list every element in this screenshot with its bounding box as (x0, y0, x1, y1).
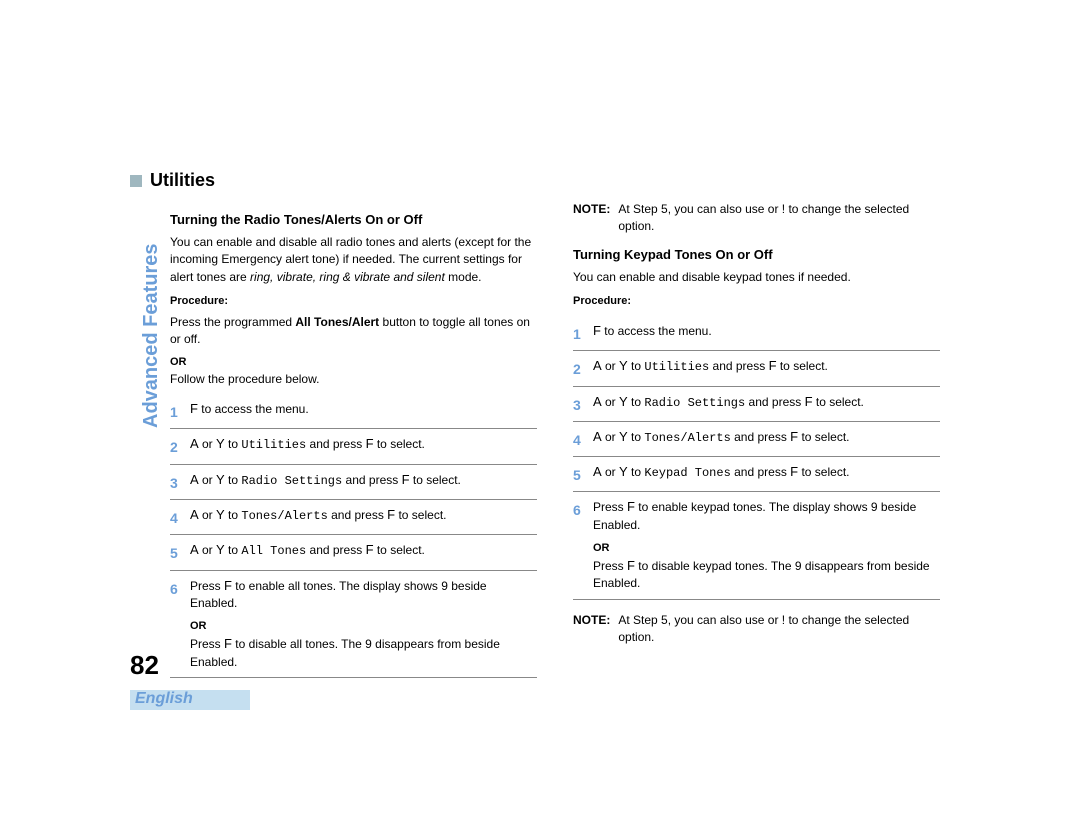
step-number: 1 (573, 322, 593, 344)
note-label: NOTE: (573, 201, 610, 236)
step-number: 3 (573, 393, 593, 415)
step-body: A or Y to Utilities and press F to selec… (593, 357, 940, 376)
step-body: A or Y to All Tones and press F to selec… (190, 541, 537, 560)
left-follow-paragraph: Follow the procedure below. (170, 371, 537, 388)
or-label: OR (190, 619, 537, 635)
step-number: 6 (573, 498, 593, 520)
square-bullet-icon (130, 175, 142, 187)
step-body: A or Y to Utilities and press F to selec… (190, 435, 537, 454)
step-body: F to access the menu. (190, 400, 537, 419)
right-column: NOTE: At Step 5, you can also use or ! t… (573, 201, 940, 678)
step-number: 4 (573, 428, 593, 450)
right-steps: 1 F to access the menu. 2 A or Y to Util… (573, 316, 940, 600)
step-body: A or Y to Tones/Alerts and press F to se… (190, 506, 537, 525)
heading-text: Utilities (150, 170, 215, 191)
step-row: 4 A or Y to Tones/Alerts and press F to … (170, 499, 537, 534)
step-row: 3 A or Y to Radio Settings and press F t… (170, 464, 537, 499)
step-row: 4 A or Y to Tones/Alerts and press F to … (573, 421, 940, 456)
note-label: NOTE: (573, 612, 610, 647)
step-row: 5 A or Y to All Tones and press F to sel… (170, 534, 537, 569)
or-label: OR (170, 355, 537, 371)
step-body: Press F to enable all tones. The display… (190, 577, 537, 671)
step-body: A or Y to Radio Settings and press F to … (190, 471, 537, 490)
step-number: 2 (170, 435, 190, 457)
step-number: 4 (170, 506, 190, 528)
step-row: 1 F to access the menu. (170, 394, 537, 428)
step-row: 1 F to access the menu. (573, 316, 940, 350)
step-number: 1 (170, 400, 190, 422)
step-row: 3 A or Y to Radio Settings and press F t… (573, 386, 940, 421)
step-body: F to access the menu. (593, 322, 940, 341)
left-intro-paragraph: You can enable and disable all radio ton… (170, 234, 537, 286)
procedure-label: Procedure: (170, 294, 537, 310)
right-intro-paragraph: You can enable and disable keypad tones … (573, 269, 940, 286)
or-label: OR (593, 541, 940, 557)
right-subheading: Turning Keypad Tones On or Off (573, 246, 940, 265)
page-body: Utilities Turning the Radio Tones/Alerts… (130, 170, 940, 690)
procedure-label: Procedure: (573, 294, 940, 310)
left-steps: 1 F to access the menu. 2 A or Y to Util… (170, 394, 537, 678)
step-body: A or Y to Radio Settings and press F to … (593, 393, 940, 412)
step-number: 6 (170, 577, 190, 599)
step-body: A or Y to Tones/Alerts and press F to se… (593, 428, 940, 447)
step-number: 2 (573, 357, 593, 379)
left-column: Turning the Radio Tones/Alerts On or Off… (170, 201, 537, 678)
language-label: English (135, 690, 193, 708)
note-text: At Step 5, you can also use or ! to chan… (618, 612, 940, 647)
step-body: A or Y to Keypad Tones and press F to se… (593, 463, 940, 482)
step-row: 6 Press F to enable keypad tones. The di… (573, 491, 940, 599)
step-number: 3 (170, 471, 190, 493)
step-number: 5 (573, 463, 593, 485)
step-number: 5 (170, 541, 190, 563)
section-heading: Utilities (130, 170, 940, 191)
step-row: 6 Press F to enable all tones. The displ… (170, 570, 537, 678)
note-text: At Step 5, you can also use or ! to chan… (618, 201, 940, 236)
step-row: 5 A or Y to Keypad Tones and press F to … (573, 456, 940, 491)
left-subheading: Turning the Radio Tones/Alerts On or Off (170, 211, 537, 230)
note-block: NOTE: At Step 5, you can also use or ! t… (573, 201, 940, 236)
step-row: 2 A or Y to Utilities and press F to sel… (573, 350, 940, 385)
step-row: 2 A or Y to Utilities and press F to sel… (170, 428, 537, 463)
left-shortcut-paragraph: Press the programmed All Tones/Alert but… (170, 314, 537, 349)
step-body: Press F to enable keypad tones. The disp… (593, 498, 940, 592)
note-block: NOTE: At Step 5, you can also use or ! t… (573, 612, 940, 647)
